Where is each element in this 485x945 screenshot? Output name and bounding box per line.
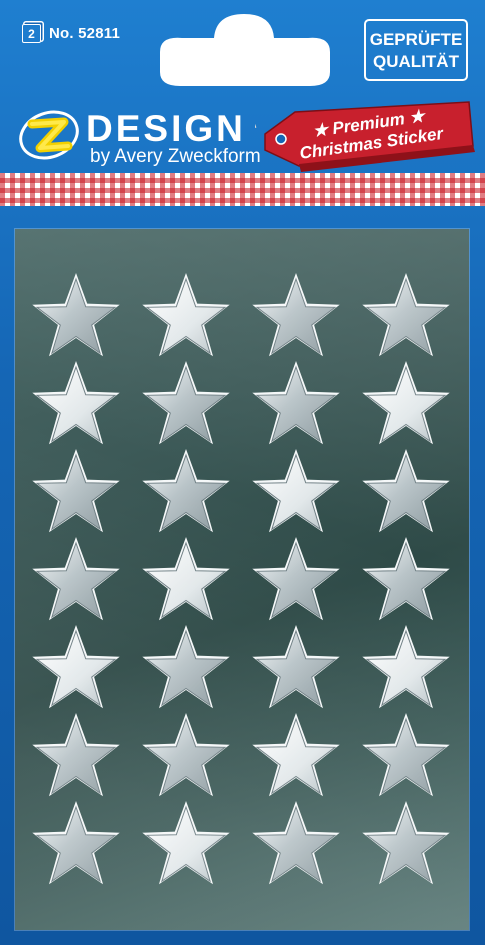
star-icon [252,361,340,445]
gingham-border [0,173,485,206]
star-icon [252,273,340,357]
star-icon [32,449,120,533]
star-icon [362,537,450,621]
z-logo-icon [19,110,79,160]
star-icon [32,713,120,797]
star-icon [362,449,450,533]
brand-name: DESIGN [86,108,246,149]
star-icon [32,625,120,709]
item-number-row: 2 No. 52811 [22,24,120,43]
star-icon [362,801,450,885]
star-icon [142,801,230,885]
quality-line-1: GEPRÜFTE [369,30,463,49]
star-icon [142,537,230,621]
sticker-package: 2 No. 52811 GEPRÜFTE QUALITÄT DESIGN by … [0,0,485,945]
sticker-sheet [15,229,469,930]
star-icon [142,713,230,797]
star-icon [252,713,340,797]
star-icon [142,449,230,533]
star-icon [362,713,450,797]
item-number: No. 52811 [49,25,121,42]
star-icon [142,361,230,445]
star-icon [252,801,340,885]
star-icon [32,273,120,357]
quality-seal: GEPRÜFTE QUALITÄT [364,19,468,81]
hanger-hole-icon [160,14,330,86]
star-icon [142,625,230,709]
brand-byline: by Avery Zweckform [90,146,261,167]
quality-line-2: QUALITÄT [373,52,459,71]
star-icon [362,273,450,357]
star-icon [142,273,230,357]
star-sticker-grid [32,273,450,885]
star-icon [32,537,120,621]
star-icon [32,361,120,445]
star-icon [32,801,120,885]
star-icon [252,449,340,533]
sheet-count-badge: 2 [22,24,41,43]
star-icon [362,625,450,709]
star-icon [252,625,340,709]
star-icon [252,537,340,621]
star-icon [362,361,450,445]
